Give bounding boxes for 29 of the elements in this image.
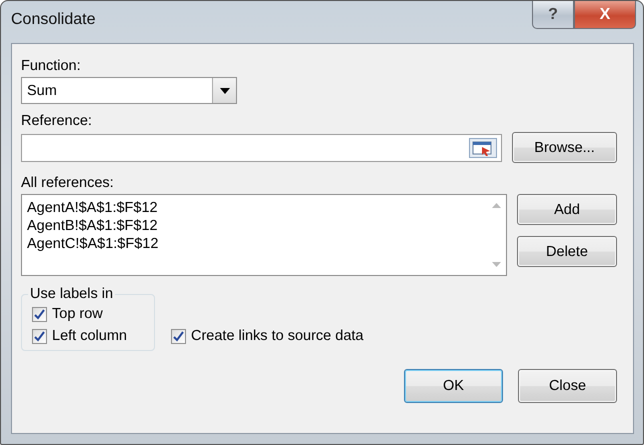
delete-button[interactable]: Delete bbox=[517, 236, 617, 267]
references-list[interactable]: AgentA!$A$1:$F$12 AgentB!$A$1:$F$12 AgentC!$A$1:$F$12 bbox=[21, 194, 507, 276]
browse-button[interactable]: Browse... bbox=[512, 132, 617, 163]
checkbox-label[interactable]: Create links to source data bbox=[191, 328, 364, 344]
window-title: Consolidate bbox=[11, 11, 96, 29]
reference-item[interactable]: AgentC!$A$1:$F$12 bbox=[27, 235, 481, 253]
check-icon bbox=[173, 330, 184, 342]
help-button[interactable]: ? bbox=[532, 1, 574, 29]
add-button[interactable]: Add bbox=[517, 194, 617, 225]
reference-item[interactable]: AgentB!$A$1:$F$12 bbox=[27, 217, 481, 235]
reference-field[interactable] bbox=[21, 134, 502, 162]
range-picker-icon[interactable] bbox=[469, 138, 497, 158]
close-dialog-button[interactable]: Close bbox=[518, 369, 617, 403]
function-label: Function: bbox=[21, 58, 82, 74]
checkbox[interactable] bbox=[171, 328, 186, 344]
reference-item[interactable]: AgentA!$A$1:$F$12 bbox=[27, 199, 481, 217]
window-close-button[interactable]: X bbox=[574, 1, 636, 29]
checkbox[interactable] bbox=[32, 328, 47, 344]
reference-label: Reference: bbox=[21, 113, 93, 129]
dropdown-icon bbox=[212, 78, 236, 103]
group-title: Use labels in bbox=[29, 286, 114, 302]
checkbox-label[interactable]: Top row bbox=[52, 306, 103, 322]
checkbox[interactable] bbox=[32, 306, 47, 322]
all-references-label: All references: bbox=[21, 175, 115, 191]
check-icon bbox=[34, 308, 45, 320]
checkbox-label[interactable]: Left column bbox=[52, 328, 127, 344]
ok-button[interactable]: OK bbox=[404, 369, 503, 403]
check-icon bbox=[34, 330, 45, 342]
function-dropdown[interactable]: Sum bbox=[21, 77, 237, 104]
